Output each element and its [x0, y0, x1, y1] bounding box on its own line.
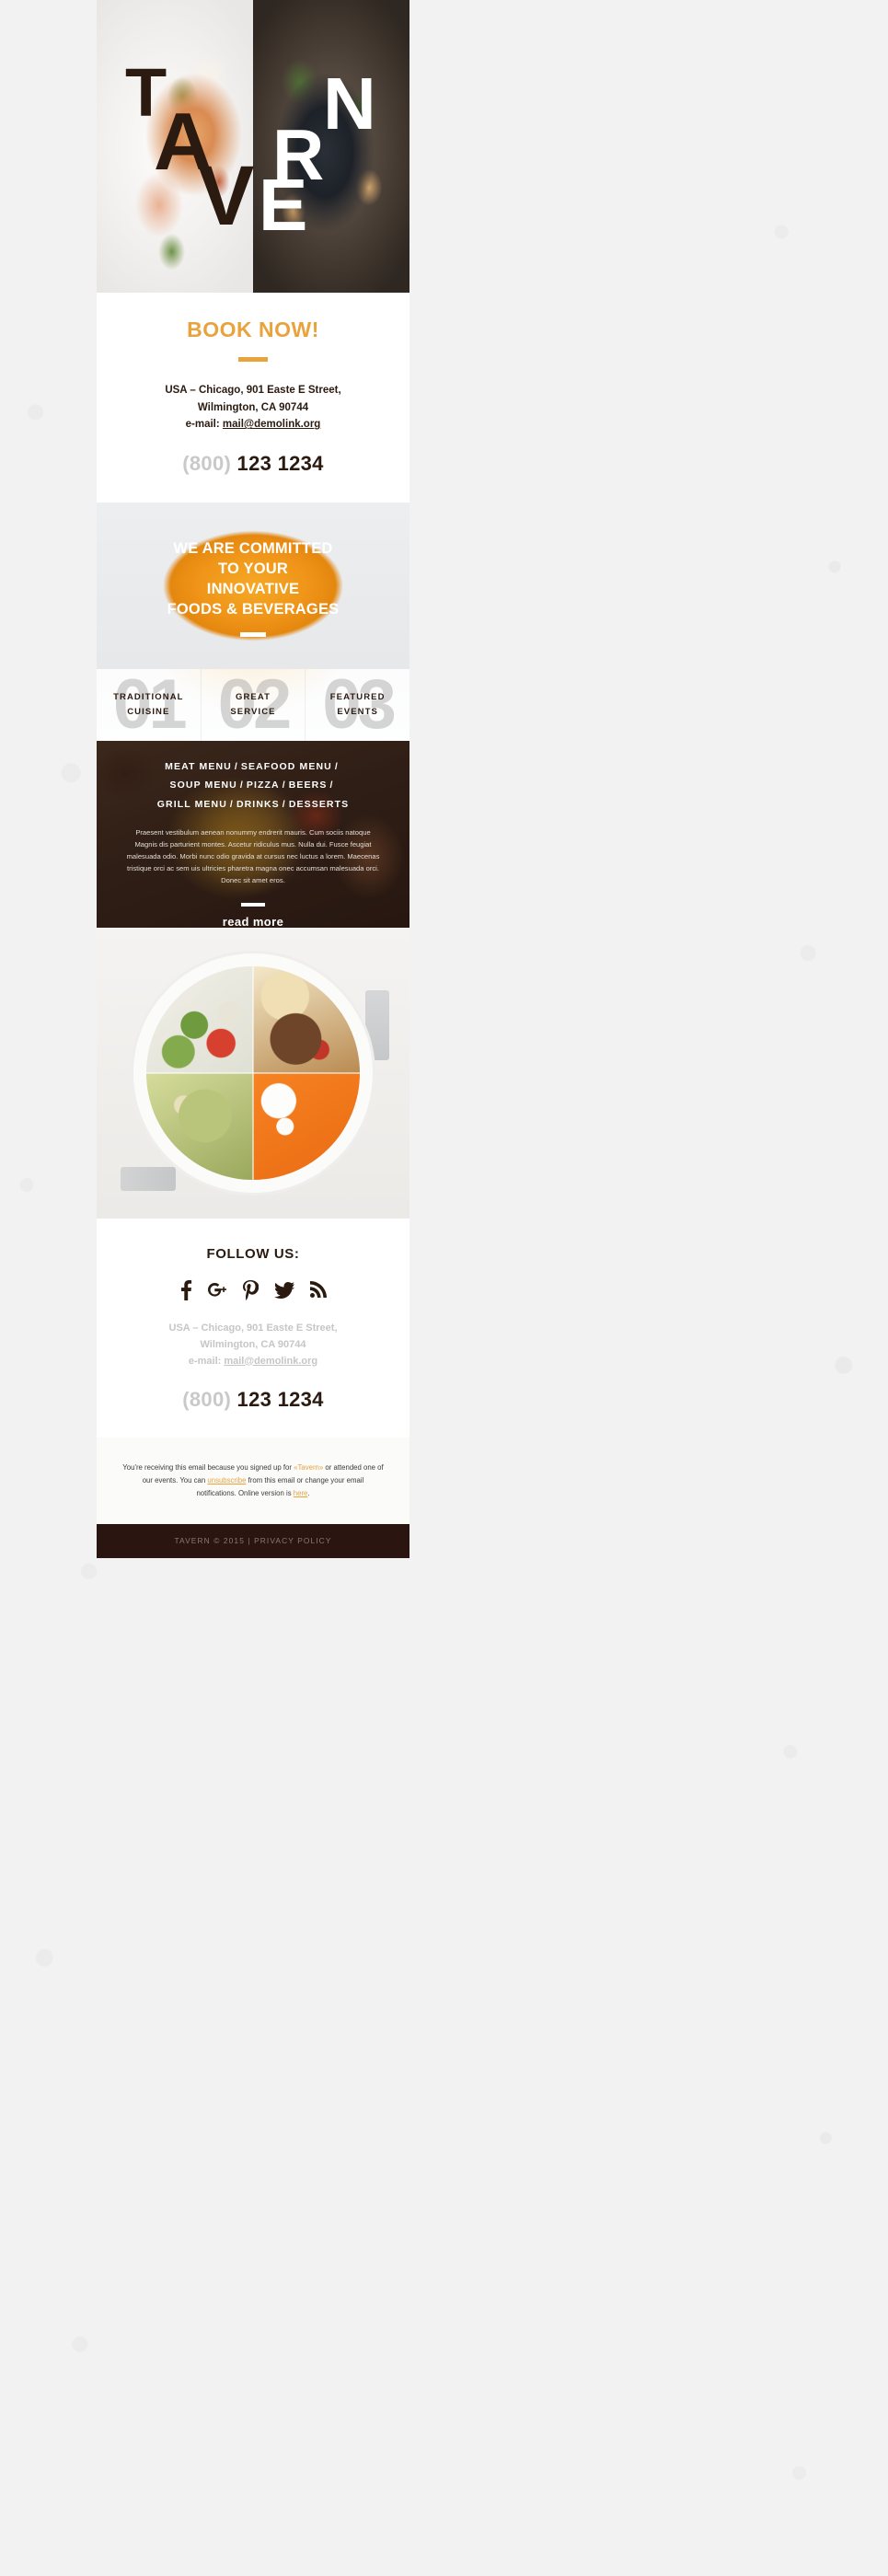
feature-label: FEATURED EVENTS [330, 690, 386, 719]
menu-link-grill[interactable]: GRILL MENU [157, 799, 227, 810]
gallery-divider-horizontal [146, 1071, 360, 1074]
copyright-text[interactable]: TAVERN © 2015 | PRIVACY POLICY [174, 1536, 331, 1545]
menu-link-meat[interactable]: MEAT MENU [165, 761, 232, 772]
feature-label: GREAT SERVICE [230, 690, 275, 719]
copyright-bar: TAVERN © 2015 | PRIVACY POLICY [97, 1523, 409, 1558]
email-container: T A V E R N BOOK NOW! USA – Chicago, 901… [97, 0, 409, 2576]
online-version-link[interactable]: here [294, 1489, 308, 1497]
menu-separator: / [329, 780, 334, 791]
accent-divider [238, 357, 268, 362]
commitment-line-2: TO YOUR [218, 560, 288, 577]
menu-link-drinks[interactable]: DRINKS [236, 799, 280, 810]
feature-item-great-service[interactable]: 02 GREAT SERVICE [202, 668, 306, 741]
address-line-2: Wilmington, CA 90744 [197, 401, 309, 413]
footer-phone-digits: 123 1234 [236, 1388, 324, 1412]
hero-letter-v: V [198, 149, 254, 243]
menu-overlay: MEAT MENU / SEAFOOD MENU / SOUP MENU / PIZZA /… [97, 740, 409, 928]
email-link[interactable]: mail@demolink.org [223, 419, 320, 430]
menu-link-seafood[interactable]: SEAFOOD MENU [241, 761, 332, 772]
food-gallery [97, 927, 409, 1219]
book-now-title: BOOK NOW! [187, 318, 319, 341]
pinterest-icon[interactable] [242, 1279, 259, 1300]
feature-label-line-1: TRADITIONAL [113, 692, 184, 703]
follow-us-title: FOLLOW US: [206, 1245, 300, 1262]
footer-email-link[interactable]: mail@demolink.org [224, 1356, 317, 1367]
menu-link-pizza[interactable]: PIZZA [247, 780, 280, 791]
feature-item-featured-events[interactable]: 03 FEATURED EVENTS [306, 669, 409, 741]
phone-area-code: (800) [182, 451, 232, 475]
email-row: e-mail: mail@demolink.org [115, 416, 391, 433]
disclaimer-brand: «Tavern» [294, 1463, 324, 1473]
footer-phone-number[interactable]: (800) 123 1234 [115, 1388, 391, 1412]
footer-email-label: e-mail: [188, 1355, 225, 1367]
menu-separator: / [334, 760, 339, 772]
address-line-1: USA – Chicago, 901 Easte E Street, [165, 385, 341, 396]
commitment-banner: WE ARE COMMITTED TO YOUR INNOVATIVE FOOD… [97, 502, 409, 669]
features-row: 01 TRADITIONAL CUISINE 02 GREAT SERVICE … [97, 668, 409, 741]
twitter-icon[interactable] [274, 1280, 294, 1300]
footer-address-line-2: Wilmington, CA 90744 [200, 1338, 306, 1350]
commitment-line-1: WE ARE COMMITTED [173, 539, 333, 557]
feature-label-line-2: CUISINE [127, 706, 170, 717]
disclaimer-part-4: . [307, 1489, 310, 1498]
gallery-quadrant-tomato-soup[interactable] [253, 1072, 360, 1180]
feature-label-line-1: FEATURED [329, 692, 386, 703]
menu-separator: / [282, 780, 286, 791]
feature-label-line-2: SERVICE [230, 706, 276, 717]
menu-link-soup[interactable]: SOUP MENU [170, 780, 237, 791]
rss-icon[interactable] [310, 1280, 327, 1300]
gallery-quadrant-pesto-pasta[interactable] [146, 1072, 253, 1180]
disclaimer-part-1: You're receiving this email because you … [122, 1463, 294, 1473]
commitment-content: WE ARE COMMITTED TO YOUR INNOVATIVE FOOD… [97, 502, 409, 669]
menu-link-beers[interactable]: BEERS [289, 780, 328, 791]
phone-number[interactable]: (800) 123 1234 [115, 452, 391, 476]
footer-address-line-1: USA – Chicago, 901 Easte E Street, [168, 1322, 338, 1334]
menu-paragraph: Praesent vestibulum aenean nonummy endre… [126, 828, 380, 885]
read-more-link[interactable]: read more [115, 915, 391, 928]
footer-email-row: e-mail: mail@demolink.org [115, 1354, 391, 1370]
menu-links: MEAT MENU / SEAFOOD MENU / SOUP MENU / PIZZA /… [115, 757, 391, 814]
feature-label-line-2: EVENTS [337, 706, 378, 717]
phone-digits: 123 1234 [236, 451, 324, 475]
fork-icon [365, 989, 389, 1060]
menu-separator: / [239, 780, 244, 791]
gallery-quadrant-bolognese[interactable] [253, 965, 360, 1073]
feature-label: TRADITIONAL CUISINE [113, 690, 183, 719]
plate-image [146, 965, 360, 1180]
commitment-text: WE ARE COMMITTED TO YOUR INNOVATIVE FOOD… [167, 538, 340, 619]
menu-section: MEAT MENU / SEAFOOD MENU / SOUP MENU / PIZZA /… [97, 740, 409, 928]
hero-letter-n: N [323, 63, 376, 144]
feature-item-traditional-cuisine[interactable]: 01 TRADITIONAL CUISINE [97, 668, 202, 741]
social-links [115, 1279, 391, 1300]
commitment-line-3: INNOVATIVE [206, 580, 300, 597]
menu-link-desserts[interactable]: DESSERTS [289, 799, 349, 810]
gallery-quadrant-salad[interactable] [146, 965, 253, 1073]
menu-separator: / [229, 798, 234, 810]
footer-address: USA – Chicago, 901 Easte E Street, Wilmi… [115, 1321, 391, 1369]
hero-banner: T A V E R N [97, 0, 409, 293]
follow-us-section: FOLLOW US: USA – Chicago, 901 Easte E St… [97, 1218, 409, 1438]
hero-letter-r: R [272, 114, 324, 195]
book-now-section: BOOK NOW! USA – Chicago, 901 Easte E Str… [97, 293, 409, 502]
feature-label-line-1: GREAT [235, 692, 271, 703]
google-plus-icon[interactable] [208, 1280, 226, 1300]
footer-phone-area-code: (800) [182, 1388, 232, 1412]
commitment-line-4: FOODS & BEVERAGES [167, 600, 340, 618]
facebook-icon[interactable] [179, 1279, 192, 1300]
menu-separator: / [282, 798, 286, 810]
contact-address: USA – Chicago, 901 Easte E Street, Wilmi… [115, 382, 391, 433]
white-divider [240, 632, 266, 638]
unsubscribe-link[interactable]: unsubscribe [207, 1476, 246, 1484]
hero-brand-letters: T A V E R N [97, 0, 409, 293]
menu-separator: / [234, 760, 238, 772]
menu-divider [241, 902, 265, 907]
page-background: T A V E R N BOOK NOW! USA – Chicago, 901… [0, 0, 888, 2576]
email-label: e-mail: [185, 419, 223, 431]
disclaimer-section: You're receiving this email because you … [97, 1438, 409, 1524]
